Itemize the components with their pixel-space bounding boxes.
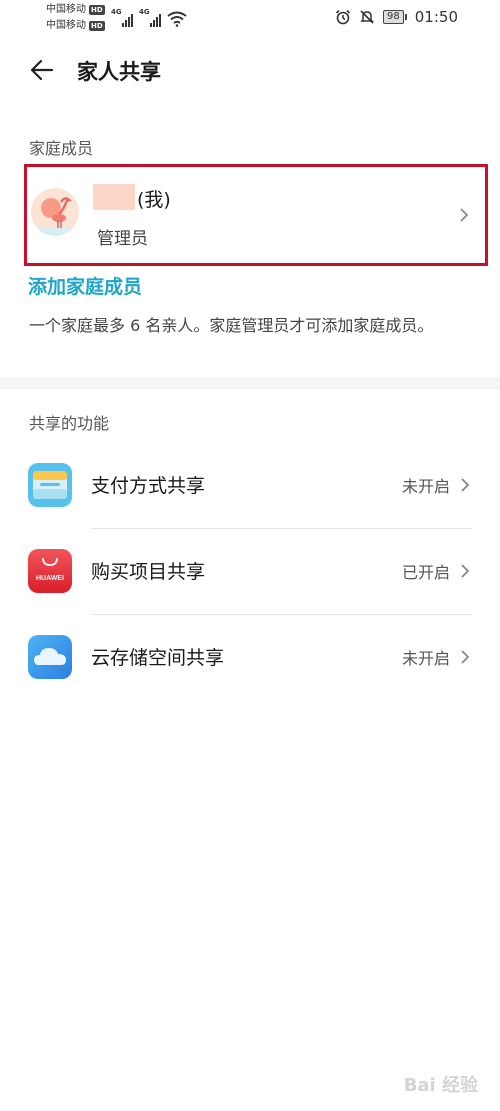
feature-label: 支付方式共享 — [91, 475, 206, 497]
wallet-icon — [28, 463, 72, 507]
carrier-1: 中国移动 HD — [46, 4, 105, 15]
feature-row-purchases[interactable]: HUAWEI 购买项目共享 已开启 — [0, 529, 500, 615]
carrier-2: 中国移动 HD — [46, 20, 105, 31]
family-limit-note: 一个家庭最多 6 名亲人。家庭管理员才可添加家庭成员。 — [29, 316, 434, 335]
status-right: 98 01:50 — [335, 8, 458, 26]
section-title-features: 共享的功能 — [29, 414, 110, 433]
signal-indicators: 4G 4G — [111, 8, 187, 27]
feature-state: 已开启 — [401, 563, 450, 582]
member-name-redacted — [93, 184, 135, 210]
signal-icon: 4G — [111, 8, 133, 27]
add-family-member-link[interactable]: 添加家庭成员 — [28, 272, 142, 299]
feature-row-cloud-storage[interactable]: 云存储空间共享 未开启 — [0, 615, 500, 701]
svg-text:HUAWEI: HUAWEI — [36, 575, 64, 582]
flamingo-avatar-icon — [31, 197, 79, 236]
avatar — [31, 188, 79, 236]
feature-state: 未开启 — [401, 477, 450, 496]
section-divider — [0, 377, 500, 389]
feature-label: 云存储空间共享 — [91, 647, 225, 669]
section-title-members: 家庭成员 — [29, 139, 94, 158]
signal-icon: 4G — [139, 8, 161, 27]
wifi-icon — [167, 11, 187, 27]
page-title: 家人共享 — [77, 60, 161, 84]
member-card[interactable]: (我) 管理员 — [24, 164, 488, 266]
feature-row-payment[interactable]: 支付方式共享 未开启 — [0, 443, 500, 529]
feature-label: 购买项目共享 — [91, 561, 206, 583]
back-arrow-icon[interactable] — [28, 58, 56, 82]
chevron-right-icon — [461, 478, 470, 492]
app-header: 家人共享 — [0, 48, 500, 92]
clock: 01:50 — [414, 8, 458, 26]
battery-icon: 98 — [383, 10, 407, 24]
feature-state: 未开启 — [401, 649, 450, 668]
chevron-right-icon — [461, 564, 470, 578]
cloud-icon — [28, 635, 72, 679]
member-name-suffix: (我) — [137, 189, 171, 211]
huawei-appgallery-icon: HUAWEI — [28, 549, 72, 593]
status-bar: 中国移动 HD 中国移动 HD 4G 4G 98 01:50 — [0, 0, 500, 40]
hd-badge: HD — [89, 5, 105, 15]
hd-badge: HD — [89, 21, 105, 31]
mute-bell-icon — [360, 10, 374, 24]
chevron-right-icon — [461, 650, 470, 664]
member-role: 管理员 — [97, 229, 148, 249]
chevron-right-icon — [460, 208, 469, 222]
alarm-icon — [335, 9, 351, 25]
watermark: Bai 经验 — [403, 1075, 478, 1096]
